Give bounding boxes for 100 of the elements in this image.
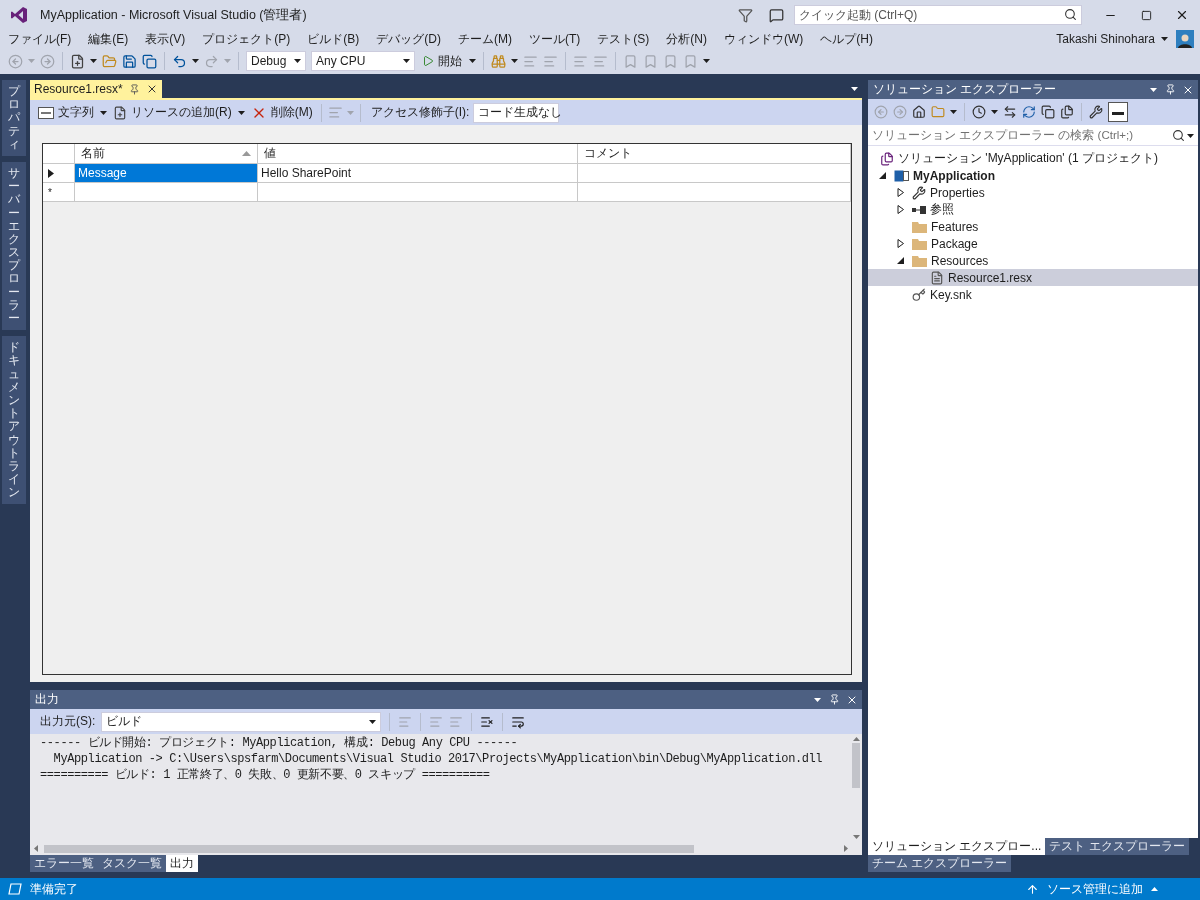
properties-icon[interactable] bbox=[1089, 105, 1103, 119]
word-wrap-icon[interactable] bbox=[511, 714, 526, 729]
output-line: ========== ビルド: 1 正常終了、0 失敗、0 更新不要、0 スキップ ========== bbox=[40, 767, 491, 783]
caret-icon bbox=[100, 110, 107, 115]
side-tab[interactable]: ドキュメントアウトライン bbox=[2, 336, 26, 505]
tree-item[interactable]: Properties bbox=[868, 184, 1198, 201]
menu-item[interactable]: ウィンドウ(W) bbox=[718, 30, 811, 48]
funnel-icon[interactable] bbox=[738, 7, 753, 23]
new-file-icon[interactable] bbox=[70, 53, 85, 69]
tree-item[interactable]: Resource1.resx bbox=[868, 269, 1198, 286]
table-cell[interactable] bbox=[578, 183, 851, 202]
side-tab[interactable]: サーバーエクスプローラー bbox=[2, 161, 26, 331]
panel-tab[interactable]: 出力 bbox=[166, 855, 198, 872]
menu-item[interactable]: ビルド(B) bbox=[301, 30, 367, 48]
expand-arrow-icon[interactable] bbox=[897, 205, 905, 214]
status-message: 準備完了 bbox=[30, 880, 78, 898]
refresh-icon[interactable] bbox=[1022, 105, 1036, 119]
play-icon[interactable] bbox=[422, 55, 434, 67]
caret-icon bbox=[852, 835, 860, 839]
search-icon[interactable] bbox=[1172, 129, 1185, 142]
show-all-files-icon[interactable] bbox=[1060, 105, 1074, 119]
tree-item[interactable]: ソリューション 'MyApplication' (1 プロジェクト) bbox=[868, 150, 1198, 167]
maximize-icon[interactable] bbox=[1140, 9, 1152, 21]
pending-changes-icon[interactable] bbox=[972, 105, 986, 119]
table-cell[interactable] bbox=[75, 183, 258, 202]
panel-tab[interactable]: チーム エクスプローラー bbox=[868, 855, 1012, 872]
save-icon[interactable] bbox=[122, 53, 137, 69]
scroll-right-icon[interactable] bbox=[844, 845, 848, 852]
table-cell[interactable] bbox=[258, 183, 578, 202]
menu-item[interactable]: デバッグ(D) bbox=[370, 30, 448, 48]
close-icon[interactable] bbox=[1175, 8, 1189, 22]
platform-dropdown[interactable]: Any CPU bbox=[311, 51, 415, 71]
feedback-icon[interactable] bbox=[769, 7, 784, 23]
table-cell[interactable]: Message bbox=[75, 164, 258, 183]
add-file-icon[interactable] bbox=[113, 105, 127, 120]
new-row-marker: * bbox=[43, 183, 75, 202]
output-source-dropdown[interactable]: ビルド bbox=[101, 711, 382, 732]
collapse-arrow-icon[interactable] bbox=[897, 256, 905, 265]
pin-icon[interactable] bbox=[1165, 84, 1176, 95]
expand-arrow-icon[interactable] bbox=[897, 239, 905, 248]
sort-ascending-icon bbox=[242, 151, 251, 156]
collapse-arrow-icon[interactable] bbox=[879, 171, 887, 180]
caret-icon bbox=[950, 110, 957, 114]
tree-item-label: Package bbox=[931, 236, 978, 251]
tree-item[interactable]: 参照 bbox=[868, 201, 1198, 218]
tree-item[interactable]: MyApplication bbox=[868, 167, 1198, 184]
side-tab[interactable]: プロパティ bbox=[2, 80, 26, 156]
panel-tab[interactable]: ソリューション エクスプロー... bbox=[868, 838, 1046, 855]
clear-all-icon[interactable] bbox=[480, 714, 495, 729]
tree-item[interactable]: Package bbox=[868, 235, 1198, 252]
table-cell[interactable]: Hello SharePoint bbox=[258, 164, 578, 183]
caret-icon bbox=[346, 110, 354, 115]
menu-item[interactable]: ファイル(F) bbox=[2, 30, 79, 48]
tree-item[interactable]: Resources bbox=[868, 252, 1198, 269]
user-name[interactable]: Takashi Shinohara bbox=[1056, 32, 1155, 46]
start-button[interactable]: 開始 bbox=[420, 52, 464, 70]
undo-icon[interactable] bbox=[172, 53, 187, 69]
menu-item[interactable]: ヘルプ(H) bbox=[814, 30, 880, 48]
column-header[interactable]: 値 bbox=[258, 144, 578, 164]
column-header[interactable]: コメント bbox=[578, 144, 851, 164]
table-cell[interactable] bbox=[578, 164, 851, 183]
caret-icon bbox=[224, 59, 231, 63]
pin-icon[interactable] bbox=[128, 83, 140, 95]
avatar[interactable] bbox=[1176, 30, 1194, 48]
menu-item[interactable]: チーム(M) bbox=[452, 30, 519, 48]
folder-icon bbox=[912, 220, 927, 233]
column-header[interactable]: 名前 bbox=[75, 144, 258, 164]
corner-header bbox=[43, 144, 75, 164]
panel-tab[interactable]: テスト エクスプローラー bbox=[1045, 838, 1189, 855]
delete-button[interactable]: 削除(M) bbox=[248, 104, 315, 121]
document-tab[interactable]: Resource1.resx* bbox=[30, 80, 162, 98]
caret-icon bbox=[1187, 133, 1194, 138]
string-type-button[interactable]: 文字列 bbox=[36, 104, 96, 121]
tree-item[interactable]: Features bbox=[868, 218, 1198, 235]
preview-toggle-icon[interactable] bbox=[1108, 102, 1128, 122]
menu-item[interactable]: プロジェクト(P) bbox=[196, 30, 298, 48]
window-title: MyApplication - Microsoft Visual Studio (管理者) bbox=[40, 6, 307, 24]
menu-item[interactable]: 分析(N) bbox=[660, 30, 714, 48]
sync-icon[interactable] bbox=[1003, 105, 1017, 119]
tree-item-label: Features bbox=[931, 219, 979, 234]
panel-tab[interactable]: タスク一覧 bbox=[98, 855, 166, 872]
tree-item[interactable]: Key.snk bbox=[868, 286, 1198, 303]
arrow-up-icon[interactable] bbox=[1026, 882, 1039, 896]
add-resource-button[interactable]: リソースの追加(R) bbox=[111, 104, 234, 121]
row-header[interactable] bbox=[43, 164, 75, 183]
menu-item[interactable]: 編集(E) bbox=[82, 30, 136, 48]
quick-launch-field[interactable]: クイック起動 (Ctrl+Q) bbox=[794, 5, 1082, 25]
menu-item[interactable]: ツール(T) bbox=[523, 30, 588, 48]
search-icon[interactable] bbox=[1064, 8, 1077, 21]
vertical-scrollbar[interactable] bbox=[850, 734, 862, 842]
expand-arrow-icon[interactable] bbox=[897, 188, 905, 197]
configuration-dropdown[interactable]: Debug bbox=[246, 51, 306, 71]
scroll-left-icon[interactable] bbox=[34, 845, 38, 852]
menu-item[interactable]: 表示(V) bbox=[139, 30, 193, 48]
pin-icon[interactable] bbox=[829, 694, 840, 705]
home-icon[interactable] bbox=[912, 105, 926, 119]
access-modifier-dropdown[interactable]: コード生成なし bbox=[473, 102, 560, 123]
source-control-button[interactable]: ソース管理に追加 bbox=[1020, 879, 1164, 899]
panel-tab[interactable]: エラー一覧 bbox=[30, 855, 98, 872]
menu-item[interactable]: テスト(S) bbox=[591, 30, 657, 48]
